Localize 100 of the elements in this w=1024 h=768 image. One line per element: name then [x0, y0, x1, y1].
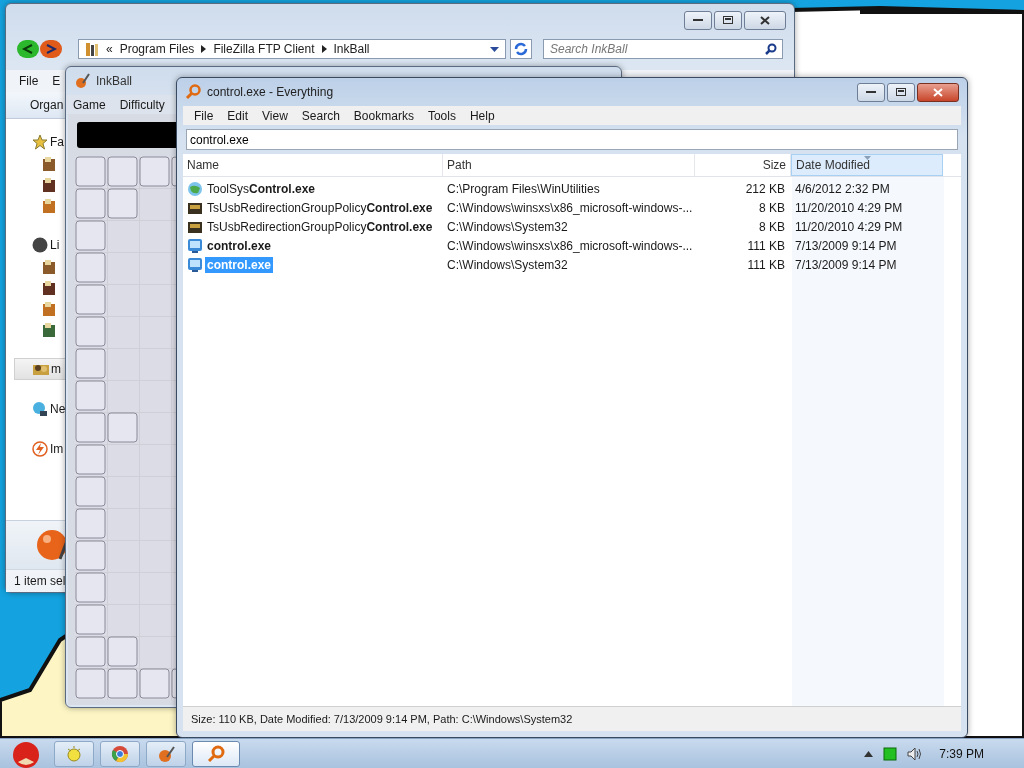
search-icon[interactable]: [765, 43, 777, 55]
window-title: InkBall: [96, 74, 133, 88]
table-cell-text: 111 KB: [746, 257, 786, 272]
menu-item[interactable]: Game: [66, 97, 113, 112]
toolbar-button[interactable]: Organ: [30, 98, 64, 112]
close-icon: [760, 15, 770, 25]
file-name[interactable]: control.exe: [205, 237, 274, 254]
network-icon: [32, 401, 48, 417]
maximize-button[interactable]: [714, 10, 742, 30]
table-cell-text: 4/6/2012 2:32 PM: [794, 181, 891, 196]
dropdown-arrow-icon[interactable]: [490, 46, 499, 52]
maximize-icon: [723, 16, 733, 24]
table-cell-text: 8 KB: [758, 200, 786, 215]
window-title: control.exe - Everything: [207, 85, 334, 99]
menu-item[interactable]: View: [255, 108, 295, 123]
status-text: Size: 110 KB, Date Modified: 7/13/2009 9:14 PM, Path: C:\Windows\System32: [191, 713, 573, 725]
menu-item[interactable]: Difficulty: [112, 97, 172, 112]
network-status-icon[interactable]: [883, 746, 898, 761]
column-header[interactable]: Date Modified: [791, 154, 943, 176]
menu-item[interactable]: Search: [294, 108, 347, 123]
chevron-icon: [201, 45, 207, 53]
search-field[interactable]: control.exe: [186, 129, 958, 150]
nav-item[interactable]: Ne: [14, 398, 66, 420]
file-name[interactable]: TsUsbRedirectionGroupPolicyControl.exe: [205, 218, 435, 235]
taskbar-button[interactable]: [100, 740, 140, 767]
folder-icon[interactable]: [42, 176, 56, 193]
search-field[interactable]: Search InkBall: [543, 39, 783, 59]
close-icon: [933, 87, 943, 97]
monitor-icon: [187, 256, 203, 273]
address-bar[interactable]: « Program Files FileZilla FTP Client InkBall: [78, 39, 506, 59]
refresh-button[interactable]: [510, 39, 532, 59]
menu-item[interactable]: Help: [462, 108, 502, 123]
column-header[interactable]: Name: [183, 154, 443, 176]
folder-icon[interactable]: [42, 258, 56, 275]
minimize-button[interactable]: [684, 10, 712, 30]
sun-icon: [65, 744, 83, 763]
table-cell-text: C:\Program Files\WinUtilities: [446, 181, 601, 196]
magnifier-icon: [207, 744, 225, 763]
table-cell-text: 212 KB: [744, 181, 786, 196]
back-button[interactable]: [17, 40, 39, 58]
up-arrow-icon[interactable]: [864, 750, 874, 757]
forward-button[interactable]: [40, 40, 62, 58]
orb-icon: [12, 739, 40, 768]
chevron-icon: [321, 45, 327, 53]
ball-icon: [157, 744, 175, 763]
maximize-button[interactable]: [887, 82, 915, 102]
taskbar-button[interactable]: [146, 740, 186, 767]
flash-icon: [32, 441, 48, 457]
magnifier-icon: [185, 84, 201, 100]
ball-icon: [74, 73, 90, 89]
nav-item[interactable]: Fa: [14, 131, 66, 153]
game-tile: [107, 412, 138, 443]
menu-item[interactable]: Tools: [420, 108, 463, 123]
folder-icon[interactable]: [42, 321, 56, 338]
column-header[interactable]: Path: [443, 154, 695, 176]
nav-item[interactable]: Im: [14, 438, 66, 460]
nav-item[interactable]: Li: [14, 234, 66, 256]
sort-arrow-icon: [864, 156, 871, 160]
table-cell-text: C:\Windows\System32: [446, 219, 569, 234]
globe-icon: [187, 180, 203, 197]
group-icon: [33, 362, 49, 376]
clock[interactable]: 7:39 PM: [939, 746, 984, 761]
minimize-icon: [866, 90, 876, 94]
minimize-button[interactable]: [857, 82, 885, 102]
menu-item[interactable]: File: [12, 74, 46, 88]
library-icon: [32, 237, 48, 253]
table-cell-text: C:\Windows\System32: [446, 257, 569, 272]
refresh-icon: [514, 42, 528, 56]
table-cell-text: 11/20/2010 4:29 PM: [794, 200, 904, 215]
close-button[interactable]: [744, 10, 786, 30]
star-icon: [32, 134, 48, 150]
close-button[interactable]: [917, 82, 959, 102]
menu-item[interactable]: E: [45, 74, 68, 88]
table-cell-text: 7/13/2009 9:14 PM: [794, 257, 898, 272]
table-cell-text: C:\Windows\winsxs\x86_microsoft-windows-...: [446, 200, 694, 215]
table-cell-text: 111 KB: [746, 238, 786, 253]
minimize-icon: [693, 18, 703, 22]
breadcrumb-overflow[interactable]: «: [106, 42, 113, 56]
breadcrumb[interactable]: FileZilla FTP Client: [213, 42, 315, 56]
game-tile: [107, 188, 138, 219]
folder-icon[interactable]: [42, 279, 56, 296]
table-cell-text: 11/20/2010 4:29 PM: [794, 219, 904, 234]
menu-item[interactable]: Edit: [220, 108, 256, 123]
taskbar-button[interactable]: [192, 740, 240, 767]
folder-icon[interactable]: [42, 155, 56, 172]
file-name[interactable]: ToolSysControl.exe: [205, 180, 318, 197]
menu-item[interactable]: File: [187, 108, 221, 123]
menu-item[interactable]: Bookmarks: [346, 108, 421, 123]
breadcrumb[interactable]: Program Files: [119, 42, 195, 56]
speaker-icon[interactable]: [907, 746, 924, 761]
game-tile: [107, 636, 138, 667]
browser-icon: [111, 744, 129, 763]
nav-item[interactable]: m: [14, 358, 66, 380]
monitor-icon: [187, 237, 203, 254]
file-name[interactable]: TsUsbRedirectionGroupPolicyControl.exe: [205, 199, 435, 216]
table-cell-text: C:\Windows\winsxs\x86_microsoft-windows-...: [446, 238, 694, 253]
table-cell-text: 8 KB: [758, 219, 786, 234]
breadcrumb[interactable]: InkBall: [333, 42, 370, 56]
maximize-icon: [896, 88, 906, 96]
table-cell-text: 7/13/2009 9:14 PM: [794, 238, 898, 253]
